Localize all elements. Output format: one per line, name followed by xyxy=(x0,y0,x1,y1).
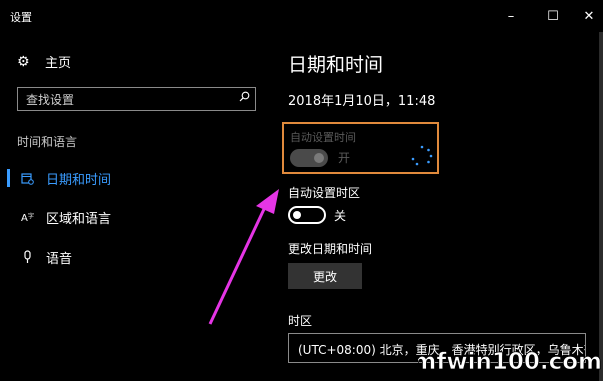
page-title: 日期和时间 xyxy=(288,54,384,76)
auto-timezone-toggle[interactable] xyxy=(288,206,326,224)
watermark-text: ylmfwin100.com xyxy=(418,349,602,375)
auto-timezone-state: 关 xyxy=(334,209,347,223)
sidebar-item-date-time[interactable]: 日期和时间 xyxy=(0,163,276,193)
toggle-knob xyxy=(293,211,301,219)
sidebar-item-region-language[interactable]: A 字 区域和语言 xyxy=(0,202,276,232)
home-label: 主页 xyxy=(45,56,72,71)
auto-timezone-label: 自动设置时区 xyxy=(288,186,361,200)
sidebar-item-label: 日期和时间 xyxy=(46,172,112,188)
gear-icon: ⚙ xyxy=(17,53,30,70)
sidebar-home[interactable]: ⚙ 主页 xyxy=(17,52,72,72)
sidebar-item-speech[interactable]: 语音 xyxy=(0,242,276,272)
window-title: 设置 xyxy=(10,11,32,24)
sidebar: ⚙ 主页 查找设置 时间和语言 日期和时间 A 字 区域和语言 语音 xyxy=(0,32,276,381)
search-icon[interactable] xyxy=(239,91,250,102)
search-input[interactable]: 查找设置 xyxy=(26,91,74,108)
microphone-icon xyxy=(20,250,34,264)
calendar-clock-icon xyxy=(20,172,34,185)
loading-spinner-icon xyxy=(411,145,433,166)
change-datetime-button[interactable]: 更改 xyxy=(288,263,362,289)
auto-time-label: 自动设置时间 xyxy=(290,131,356,144)
close-button[interactable]: ✕ xyxy=(566,0,603,32)
svg-text:字: 字 xyxy=(28,212,34,220)
sidebar-item-label: 语音 xyxy=(46,251,73,267)
sidebar-item-label: 区域和语言 xyxy=(46,211,112,227)
region-language-icon: A 字 xyxy=(20,211,34,224)
scrollbar[interactable] xyxy=(599,32,603,381)
auto-time-toggle[interactable] xyxy=(290,149,328,167)
sidebar-section-title: 时间和语言 xyxy=(17,135,78,149)
toggle-knob xyxy=(314,153,324,163)
current-datetime: 2018年1月10日，11:48 xyxy=(288,94,436,109)
main-content: 日期和时间 2018年1月10日，11:48 自动设置时间 开 自动设置时区 关… xyxy=(276,32,603,381)
timezone-label: 时区 xyxy=(288,314,313,328)
minimize-button[interactable]: – xyxy=(488,0,534,32)
change-datetime-label: 更改日期和时间 xyxy=(288,242,373,256)
auto-time-highlight: 自动设置时间 开 xyxy=(282,122,439,174)
title-bar: 设置 – ☐ ✕ xyxy=(0,0,603,32)
auto-time-state: 开 xyxy=(338,151,351,165)
watermark: ylmfwin100.com xyxy=(418,349,602,376)
search-box[interactable]: 查找设置 xyxy=(17,87,256,111)
active-indicator xyxy=(7,169,10,187)
svg-text:A: A xyxy=(21,213,28,224)
